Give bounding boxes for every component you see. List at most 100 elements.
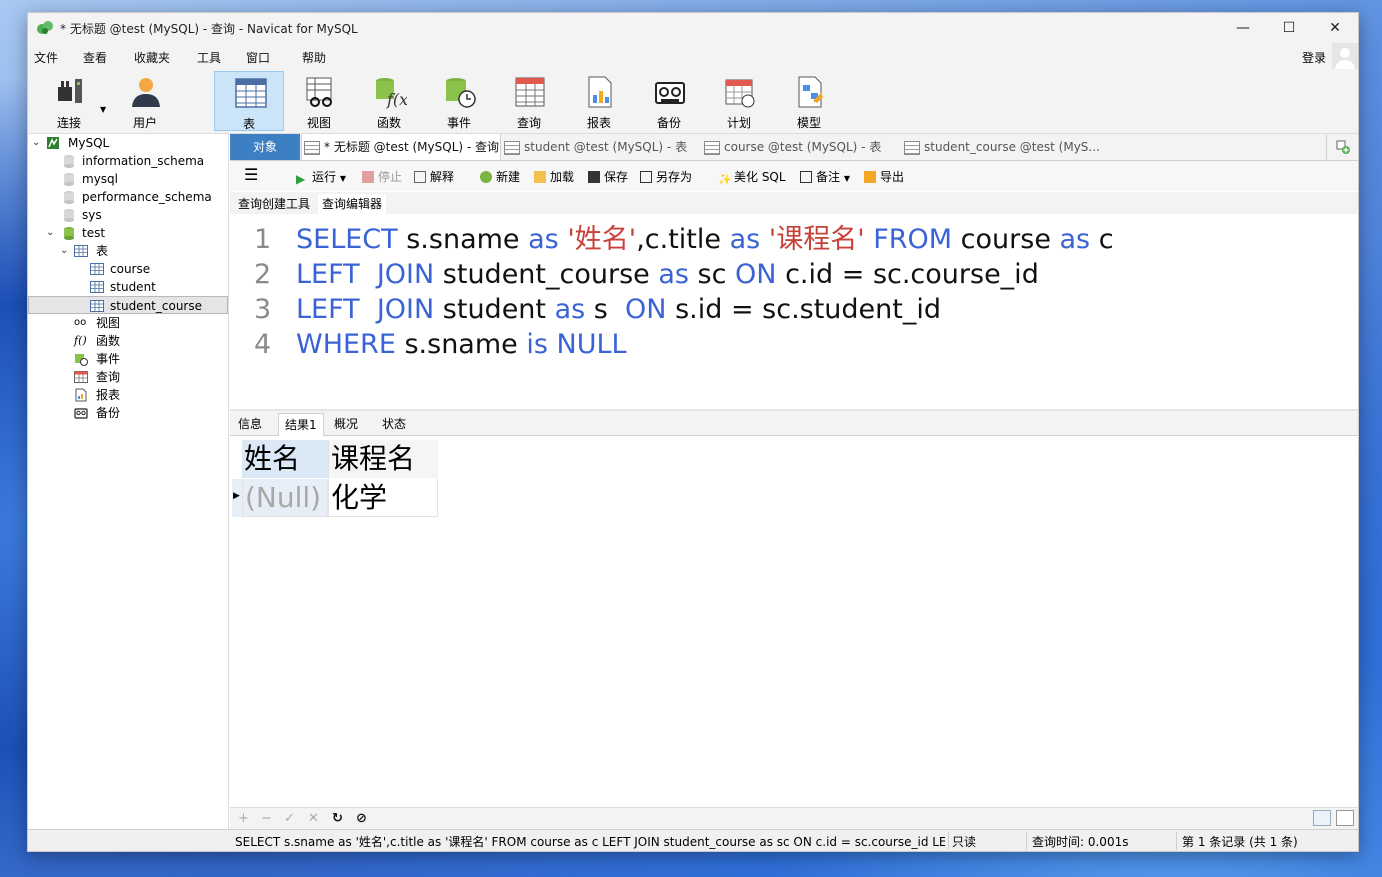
tree-connection-mysql[interactable]: ⌄ MySQL	[28, 134, 228, 152]
beautify-sql-button[interactable]: ✨ 美化 SQL	[718, 168, 786, 186]
stop-refresh-icon[interactable]: ⊘	[356, 811, 367, 826]
sql-keyword: ON	[625, 294, 667, 325]
tab-student-table[interactable]: student @test (MySQL) - 表	[502, 134, 698, 160]
tree-reports-folder[interactable]: 报表	[28, 386, 228, 404]
menu-tools[interactable]: 工具	[197, 49, 221, 66]
tree-label: 备份	[96, 406, 121, 420]
tree-queries-folder[interactable]: 查询	[28, 368, 228, 386]
tab-objects[interactable]: 对象	[230, 134, 300, 160]
model-button[interactable]: 模型	[774, 71, 844, 131]
tab-label: * 无标题 @test (MySQL) - 查询	[324, 140, 500, 154]
login-link[interactable]: 登录	[1302, 49, 1326, 66]
sql-text: c	[1090, 224, 1114, 255]
hamburger-menu-icon[interactable]: ☰	[244, 165, 258, 184]
tree-backups-folder[interactable]: 备份	[28, 404, 228, 422]
menu-favorites[interactable]: 收藏夹	[134, 49, 170, 66]
tree-views-folder[interactable]: oo 视图	[28, 314, 228, 332]
tab-course-table[interactable]: course @test (MySQL) - 表	[702, 134, 898, 160]
chevron-down-icon[interactable]: ⌄	[32, 134, 40, 152]
explain-button[interactable]: 解释	[414, 168, 454, 185]
model-label: 模型	[796, 116, 821, 130]
menu-help[interactable]: 帮助	[302, 49, 326, 66]
avatar[interactable]	[1332, 43, 1358, 69]
tree-db-performance-schema[interactable]: performance_schema	[28, 188, 228, 206]
tab-student-course-table[interactable]: student_course @test (MyS...	[902, 134, 1122, 160]
explain-icon	[414, 171, 426, 183]
tree-events-folder[interactable]: 事件	[28, 350, 228, 368]
load-button[interactable]: 加载	[534, 168, 574, 185]
grid-view-icon[interactable]	[1313, 810, 1331, 826]
tab-query-editor[interactable]: 查询编辑器	[318, 194, 387, 214]
new-object-icon	[1336, 140, 1350, 154]
table-cell[interactable]: 化学	[328, 479, 438, 517]
run-dropdown-icon[interactable]: ▼	[340, 174, 346, 183]
tree-functions-folder[interactable]: f() 函数	[28, 332, 228, 350]
sql-keyword: WHERE	[296, 329, 396, 360]
minimize-button[interactable]: —	[1220, 13, 1266, 43]
play-icon: ▶	[296, 172, 306, 186]
comment-button[interactable]: 备注 ▼	[800, 168, 850, 185]
tree-table-course[interactable]: course	[28, 260, 228, 278]
new-tab-button[interactable]	[1326, 134, 1358, 160]
chevron-down-icon[interactable]: ⌄	[46, 224, 54, 242]
tab-query-builder[interactable]: 查询创建工具	[234, 194, 314, 214]
event-button[interactable]: 事件	[424, 71, 494, 131]
tree-db-test[interactable]: ⌄ test	[28, 224, 228, 242]
tree-db-sys[interactable]: sys	[28, 206, 228, 224]
table-icon	[90, 300, 104, 312]
tree-label: MySQL	[68, 136, 110, 150]
maximize-button[interactable]: ☐	[1266, 13, 1312, 43]
status-divider	[948, 832, 949, 850]
function-icon: f(x)	[376, 78, 407, 109]
tab-status[interactable]: 状态	[376, 413, 412, 435]
menu-file[interactable]: 文件	[34, 49, 58, 66]
function-button[interactable]: f(x) 函数	[354, 71, 424, 131]
connection-dropdown-icon[interactable]: ▼	[100, 105, 106, 114]
navicat-logo-icon	[37, 21, 53, 34]
tab-profile[interactable]: 概况	[328, 413, 364, 435]
result-grid: 姓名 课程名 ▶ (Null) 化学	[230, 437, 1358, 807]
tree-db-mysql[interactable]: mysql	[28, 170, 228, 188]
tree-tables-folder[interactable]: ⌄ 表	[28, 242, 228, 260]
chevron-down-icon[interactable]: ⌄	[60, 242, 68, 260]
menu-window[interactable]: 窗口	[246, 49, 270, 66]
new-button[interactable]: 新建	[480, 168, 520, 185]
tab-untitled-query[interactable]: * 无标题 @test (MySQL) - 查询	[301, 134, 501, 160]
table-cell[interactable]: (Null)	[242, 479, 328, 517]
code-text: SELECT s.sname as '姓名',c.title as '课程名' …	[296, 222, 1114, 257]
refresh-icon[interactable]: ↻	[332, 811, 343, 826]
comment-dropdown-icon[interactable]: ▼	[844, 174, 850, 183]
save-as-button[interactable]: 另存为	[640, 168, 692, 185]
code-text: WHERE s.sname is NULL	[296, 327, 627, 362]
backup-button[interactable]: 备份	[634, 71, 704, 131]
save-button[interactable]: 保存	[588, 168, 628, 185]
run-button[interactable]: ▶ 运行 ▼	[296, 168, 346, 186]
report-button[interactable]: 报表	[564, 71, 634, 131]
tree-table-student-course[interactable]: student_course	[28, 296, 228, 314]
row-indicator[interactable]: ▶	[232, 479, 242, 517]
column-header[interactable]: 姓名	[242, 440, 328, 478]
status-divider	[1026, 832, 1027, 850]
form-view-icon[interactable]	[1336, 810, 1354, 826]
table-button[interactable]: 表	[214, 71, 284, 131]
database-icon	[64, 191, 74, 204]
schedule-button[interactable]: 计划	[704, 71, 774, 131]
beautify-label: 美化 SQL	[734, 170, 786, 184]
tab-info[interactable]: 信息	[232, 413, 268, 435]
export-button[interactable]: 导出	[864, 168, 904, 185]
tree-table-student[interactable]: student	[28, 278, 228, 296]
sql-editor[interactable]: 1 SELECT s.sname as '姓名',c.title as '课程名'…	[230, 215, 1358, 409]
query-button[interactable]: 查询	[494, 71, 564, 131]
tree-label: 函数	[96, 334, 121, 348]
tab-result1[interactable]: 结果1	[278, 413, 324, 436]
connection-button[interactable]: 连接	[34, 71, 104, 131]
close-button[interactable]: ✕	[1312, 13, 1358, 43]
view-button[interactable]: 视图	[284, 71, 354, 131]
tree-db-information-schema[interactable]: information_schema	[28, 152, 228, 170]
code-text: LEFT JOIN student_course as sc ON c.id =…	[296, 257, 1039, 292]
menu-view[interactable]: 查看	[83, 49, 107, 66]
column-header[interactable]: 课程名	[328, 440, 438, 478]
save-as-icon	[640, 171, 652, 183]
sql-keyword: as	[729, 224, 761, 255]
user-button[interactable]: 用户	[110, 71, 180, 131]
